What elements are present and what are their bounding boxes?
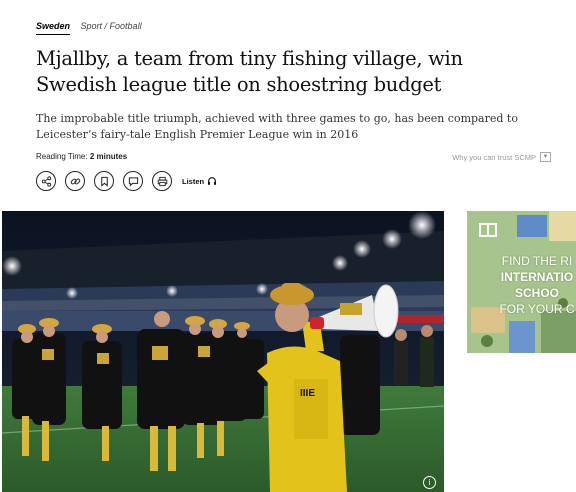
reading-time-value: 2 minutes [89,152,128,161]
link-icon [70,178,80,184]
ad-line-4: FOR YOUR C [499,302,575,316]
print-icon [157,176,167,186]
ad-line-2: INTERNATIO [500,270,574,284]
copy-link-button[interactable] [65,171,85,191]
shirt-text: IIIE [300,388,315,399]
article-summary: The improbable title triumph, achieved w… [36,112,518,141]
article-hero-image: IIIE i [2,211,444,492]
breadcrumb: Sweden Sport / Football [36,21,142,35]
listen-button[interactable]: Listen [182,176,217,186]
bookmark-icon [100,176,108,187]
ad-logo-icon [479,223,497,237]
listen-label: Listen [182,176,205,186]
trust-link[interactable]: Why you can trust SCMP ▼ [452,152,551,162]
ad-line-1: FIND THE RI [501,254,573,268]
share-icon [41,175,51,187]
ad-line-3: SCHOO [514,286,559,300]
reading-time: Reading Time: 2 minutes [36,152,127,161]
bookmark-button[interactable] [94,171,114,191]
article-actions: Listen [36,171,217,191]
info-icon[interactable]: i [423,476,436,489]
article-headline: Mjallby, a team from tiny fishing villag… [36,47,463,96]
print-button[interactable] [152,171,172,191]
team-celebration-photo: IIIE [2,211,444,492]
trust-icon: ▼ [540,152,551,162]
section-link[interactable]: Sweden [36,21,71,35]
share-button[interactable] [36,171,56,191]
comment-button[interactable] [123,171,143,191]
subsection-link[interactable]: Sport / Football [81,21,142,31]
reading-time-label: Reading Time: [36,152,88,161]
comment-icon [128,176,138,187]
trust-text: Why you can trust SCMP [452,152,536,162]
headphones-icon [208,177,217,185]
ad-text: FIND THE RI INTERNATIO SCHOO FOR YOUR C [467,253,576,317]
advertisement-banner[interactable]: FIND THE RI INTERNATIO SCHOO FOR YOUR C [467,211,576,353]
